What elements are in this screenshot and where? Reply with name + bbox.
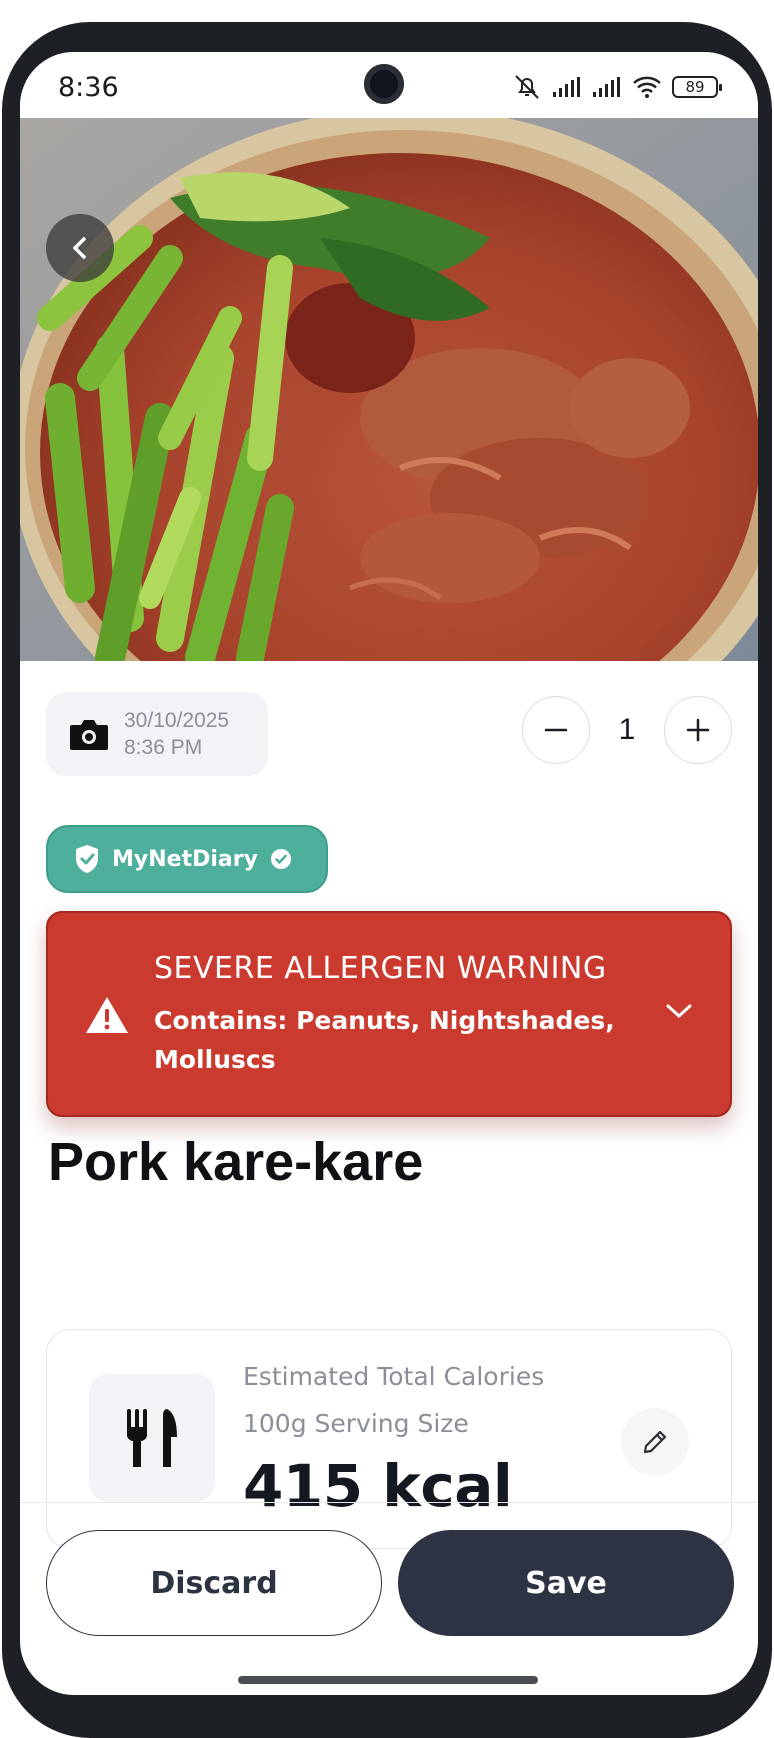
edit-calories-button[interactable]: [621, 1408, 689, 1476]
status-icons: 89: [512, 74, 722, 100]
chevron-down-icon: [666, 1004, 692, 1018]
calories-label: Estimated Total Calories: [243, 1362, 545, 1391]
utensils-icon: [127, 1409, 177, 1467]
warning-triangle-icon: [86, 997, 128, 1033]
minus-icon: [544, 728, 568, 732]
food-name: Pork kare-kare: [48, 1132, 424, 1192]
utensils-icon-box: [89, 1374, 215, 1502]
save-button[interactable]: Save: [398, 1530, 734, 1636]
quantity-value: 1: [618, 713, 636, 746]
signal-icon: [593, 77, 620, 97]
quantity-stepper: 1: [522, 695, 732, 765]
allergen-warning[interactable]: SEVERE ALLERGEN WARNING Contains: Peanut…: [46, 911, 732, 1117]
status-bar: 8:36 89: [20, 52, 758, 118]
phone-frame: 8:36 89 30/10/2025 8:36 PM 1 MyNetDiary …: [0, 0, 774, 1738]
source-badge-label: MyNetDiary: [112, 846, 258, 872]
signal-icon: [553, 77, 580, 97]
entry-time: 8:36 PM: [124, 736, 203, 759]
calories-value: 415 kcal: [243, 1452, 513, 1520]
discard-button[interactable]: Discard: [46, 1530, 382, 1636]
camera-icon: [70, 720, 108, 750]
battery-icon: 89: [672, 76, 722, 98]
chevron-left-icon: [73, 237, 86, 259]
calorie-card: Estimated Total Calories 100g Serving Si…: [46, 1329, 732, 1549]
bottom-divider: [20, 1502, 758, 1503]
app-screen: 8:36 89 30/10/2025 8:36 PM 1 MyNetDiary …: [20, 52, 758, 1695]
wifi-icon: [633, 76, 661, 98]
food-photo: [20, 118, 758, 661]
allergen-warning-title: SEVERE ALLERGEN WARNING: [154, 951, 607, 986]
increase-button[interactable]: [664, 696, 732, 764]
status-time: 8:36: [58, 72, 119, 103]
serving-size: 100g Serving Size: [243, 1409, 469, 1438]
home-indicator[interactable]: [238, 1676, 538, 1684]
verified-check-icon: [270, 849, 291, 869]
front-camera: [364, 64, 404, 104]
shield-check-icon: [76, 845, 98, 873]
mute-icon: [515, 75, 539, 99]
source-badge[interactable]: MyNetDiary: [46, 825, 328, 893]
plus-icon: [686, 718, 710, 742]
back-button[interactable]: [46, 214, 114, 282]
pencil-icon: [643, 1430, 667, 1454]
entry-date: 30/10/2025: [124, 709, 230, 732]
decrease-button[interactable]: [522, 696, 590, 764]
timestamp-text: 30/10/2025 8:36 PM: [124, 707, 229, 761]
allergen-warning-detail: Contains: Peanuts, Nightshades, Molluscs: [154, 1006, 615, 1074]
photo-timestamp[interactable]: 30/10/2025 8:36 PM: [46, 692, 268, 776]
